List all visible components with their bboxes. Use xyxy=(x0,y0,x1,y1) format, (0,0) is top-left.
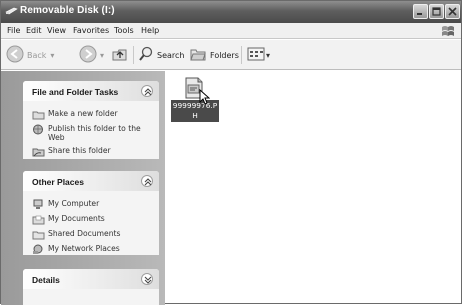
panel-title: Details xyxy=(32,275,60,285)
place-my-network-places[interactable]: My Network Places xyxy=(32,244,153,255)
back-label: Back xyxy=(27,50,47,60)
minimize-button[interactable] xyxy=(413,4,428,19)
back-dropdown-icon[interactable]: ▾ xyxy=(50,51,54,60)
folders-label: Folders xyxy=(210,50,239,60)
file-folder-tasks-header[interactable]: File and Folder Tasks xyxy=(23,81,159,101)
forward-dropdown-icon[interactable]: ▾ xyxy=(100,51,104,60)
search-label: Search xyxy=(157,50,185,60)
panel-title: File and Folder Tasks xyxy=(32,87,119,97)
mouse-cursor-icon xyxy=(199,88,211,107)
task-make-new-folder[interactable]: Make a new folder xyxy=(32,109,153,120)
documents-folder-icon xyxy=(32,214,45,225)
task-label: Publish this folder to the Web xyxy=(48,124,141,142)
task-label: Make a new folder xyxy=(48,109,118,118)
toolbar-separator xyxy=(133,46,134,64)
menu-help[interactable]: Help xyxy=(141,26,159,35)
shared-folder-icon xyxy=(32,229,45,240)
file-name-label[interactable]: 99999976.PH C xyxy=(171,100,219,130)
place-label: My Network Places xyxy=(48,244,120,253)
explorer-window: Removable Disk (I:) File Edit View Favor… xyxy=(0,0,462,305)
place-shared-documents[interactable]: Shared Documents xyxy=(32,229,153,240)
removable-disk-icon xyxy=(5,6,18,16)
collapse-up-icon[interactable] xyxy=(141,175,153,187)
menu-file[interactable]: File xyxy=(7,26,20,35)
menu-tools[interactable]: Tools xyxy=(114,26,134,35)
task-share-folder[interactable]: Share this folder xyxy=(32,146,153,157)
place-label: My Documents xyxy=(48,214,105,223)
up-folder-button[interactable] xyxy=(111,45,129,65)
views-button[interactable]: ▾ xyxy=(247,45,270,65)
views-dropdown-icon[interactable]: ▾ xyxy=(266,51,270,60)
computer-icon xyxy=(32,199,45,210)
search-icon xyxy=(138,46,154,64)
maximize-button[interactable] xyxy=(429,4,444,19)
menu-edit[interactable]: Edit xyxy=(26,26,42,35)
menu-view[interactable]: View xyxy=(47,26,66,35)
menu-favorites[interactable]: Favorites xyxy=(73,26,109,35)
details-panel: Details xyxy=(23,269,159,305)
file-name-line: C xyxy=(192,121,198,130)
share-folder-icon xyxy=(32,146,45,157)
task-publish-web[interactable]: Publish this folder to the Web xyxy=(32,124,153,142)
new-folder-icon xyxy=(32,109,45,120)
expand-down-icon[interactable] xyxy=(141,273,153,285)
task-pane: File and Folder Tasks Make a new folder … xyxy=(1,71,165,305)
toolbar-separator xyxy=(241,46,242,64)
back-arrow-icon xyxy=(6,45,24,65)
place-my-documents[interactable]: My Documents xyxy=(32,214,153,225)
other-places-header[interactable]: Other Places xyxy=(23,171,159,191)
folders-icon xyxy=(189,46,207,64)
menu-bar: File Edit View Favorites Tools Help xyxy=(1,23,461,39)
globe-icon xyxy=(32,124,45,135)
task-label: Share this folder xyxy=(48,146,111,155)
back-button[interactable]: Back ▾ xyxy=(6,45,54,65)
place-label: Shared Documents xyxy=(48,229,121,238)
views-icon xyxy=(247,47,265,63)
forward-arrow-icon xyxy=(79,45,97,65)
folders-button[interactable]: Folders xyxy=(189,45,239,65)
file-name-line: 99999976.PH xyxy=(172,101,218,120)
panel-title: Other Places xyxy=(32,177,84,187)
windows-logo-icon xyxy=(439,24,457,38)
up-folder-icon xyxy=(111,45,129,65)
place-label: My Computer xyxy=(48,199,100,208)
details-header[interactable]: Details xyxy=(23,269,159,289)
search-button[interactable]: Search xyxy=(138,45,184,65)
close-button[interactable] xyxy=(445,4,460,19)
collapse-up-icon[interactable] xyxy=(141,85,153,97)
place-my-computer[interactable]: My Computer xyxy=(32,199,153,210)
file-folder-tasks-panel: File and Folder Tasks Make a new folder … xyxy=(23,81,159,159)
network-places-icon xyxy=(32,244,45,255)
title-bar[interactable]: Removable Disk (I:) xyxy=(1,1,461,23)
toolbar: Back ▾ ▾ Search Folders ▾ xyxy=(1,40,461,70)
window-title: Removable Disk (I:) xyxy=(20,5,115,16)
forward-button[interactable]: ▾ xyxy=(79,45,104,65)
other-places-panel: Other Places My Computer My Documents Sh… xyxy=(23,171,159,255)
